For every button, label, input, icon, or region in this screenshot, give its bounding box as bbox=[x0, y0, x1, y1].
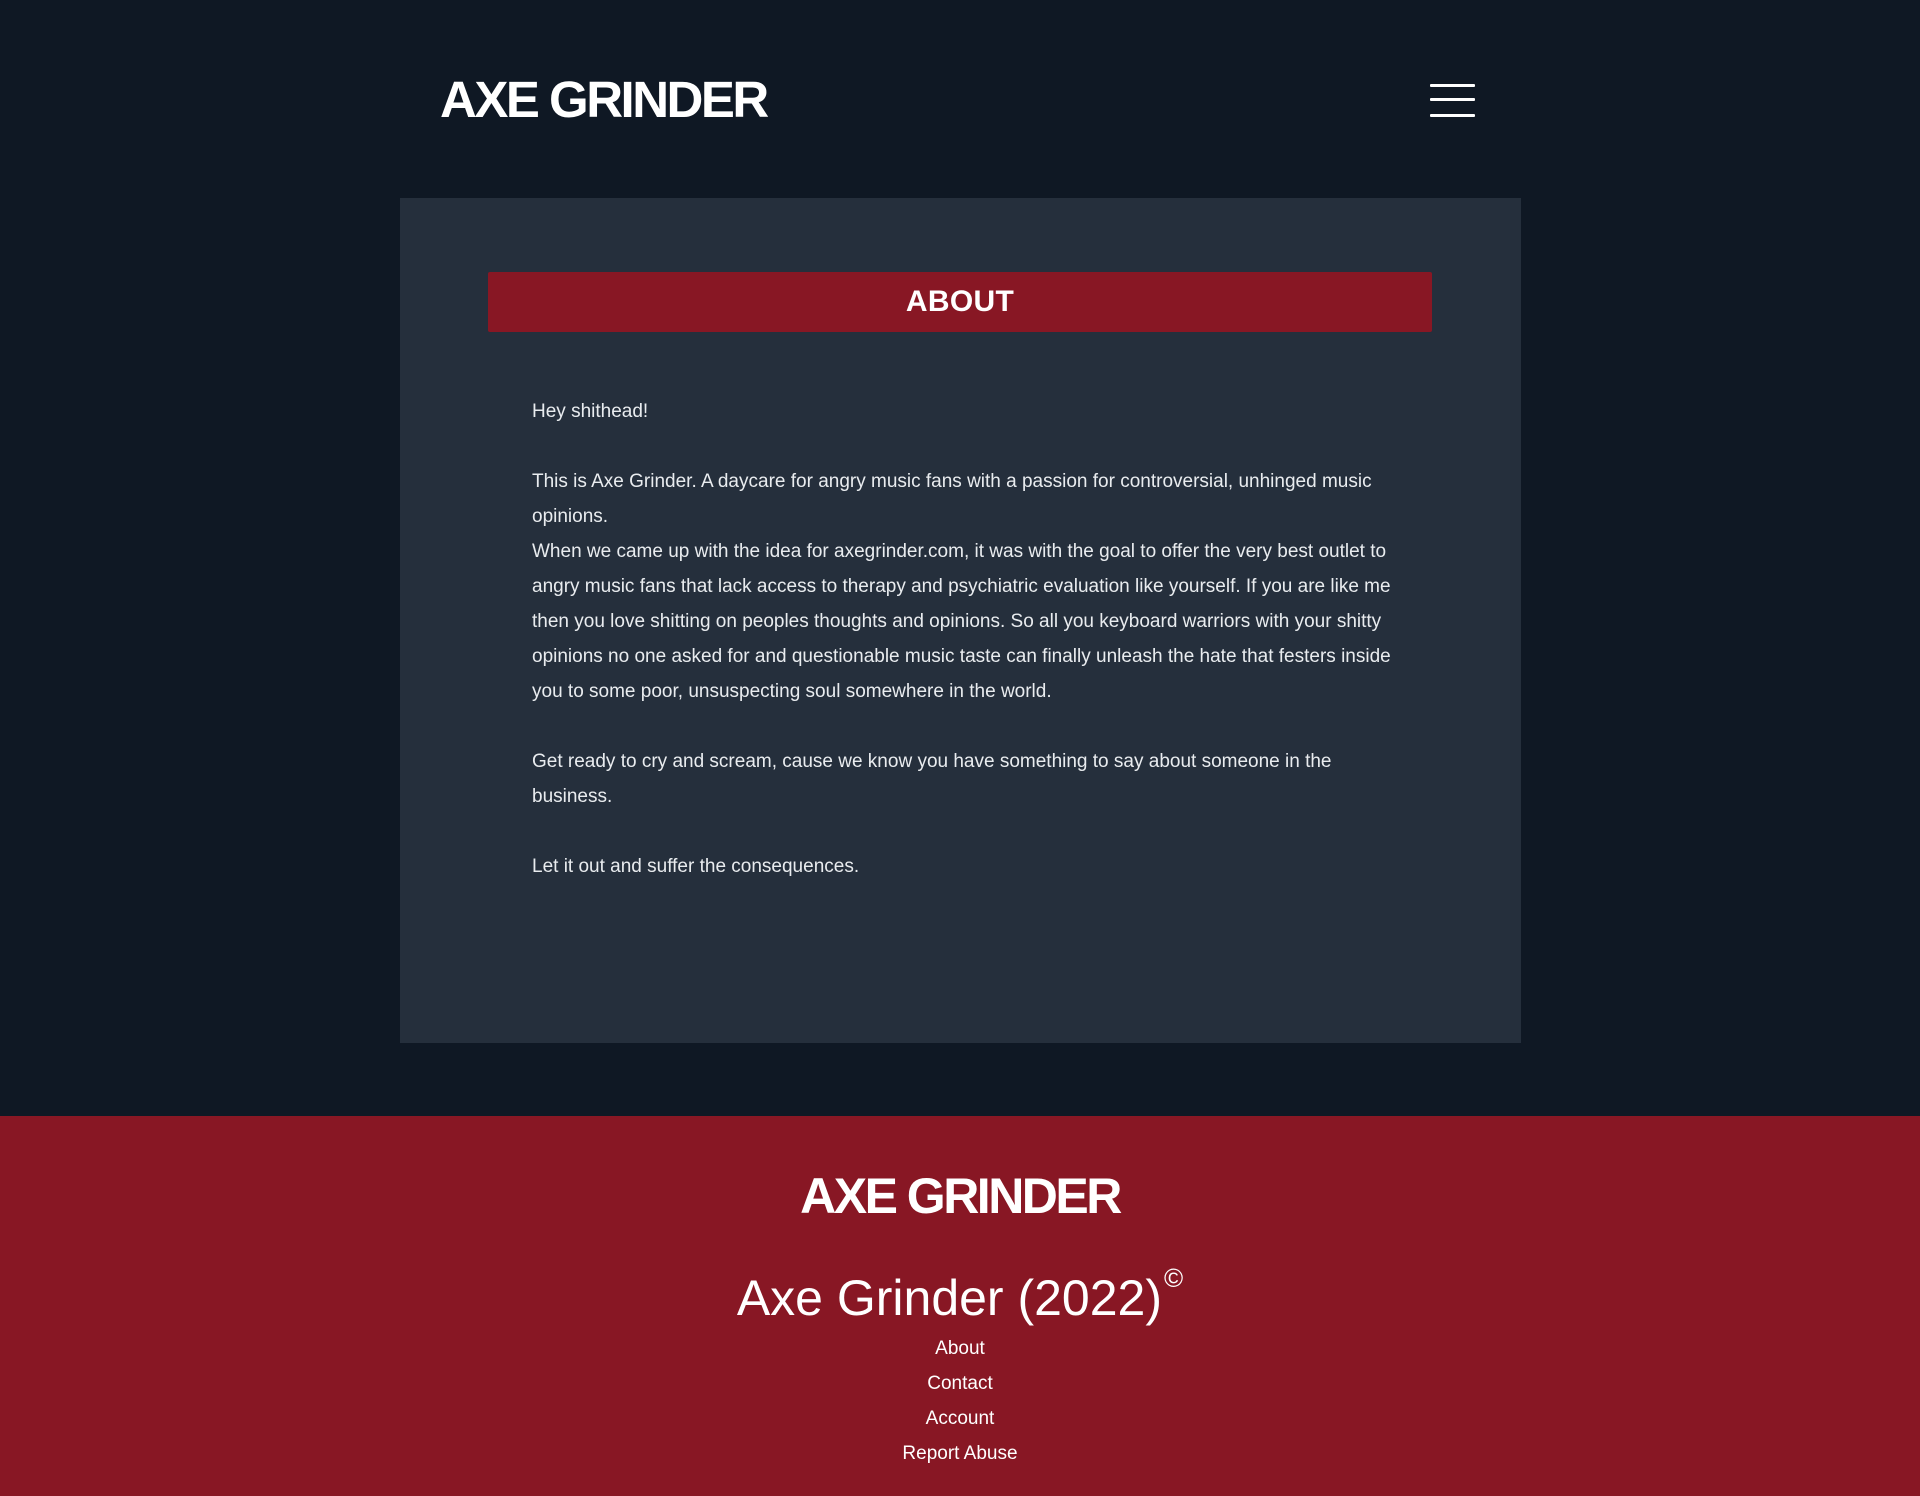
menu-line bbox=[1430, 98, 1475, 101]
site-header: AXE GRINDER bbox=[0, 0, 1920, 198]
menu-line bbox=[1430, 114, 1475, 117]
copyright-text: Axe Grinder (2022) bbox=[736, 1270, 1163, 1326]
menu-line bbox=[1430, 84, 1475, 87]
site-logo[interactable]: AXE GRINDER bbox=[440, 70, 769, 130]
copyright-icon: © bbox=[1164, 1263, 1184, 1293]
about-body: Hey shithead! This is Axe Grinder. A day… bbox=[532, 394, 1392, 884]
footer-link-account[interactable]: Account bbox=[926, 1408, 995, 1429]
footer-link-report-abuse[interactable]: Report Abuse bbox=[902, 1443, 1017, 1464]
copyright: Axe Grinder (2022)© bbox=[0, 1248, 1920, 1328]
footer-links: About Contact Account Report Abuse bbox=[0, 1331, 1920, 1471]
footer-link-contact[interactable]: Contact bbox=[927, 1373, 992, 1394]
hamburger-menu-icon[interactable] bbox=[1425, 82, 1475, 122]
about-card: ABOUT Hey shithead! This is Axe Grinder.… bbox=[400, 198, 1521, 1043]
footer-logo[interactable]: AXE GRINDER bbox=[0, 1166, 1920, 1226]
about-banner: ABOUT bbox=[488, 272, 1432, 332]
about-paragraph-4: Let it out and suffer the consequences. bbox=[532, 856, 860, 877]
about-paragraph-1: This is Axe Grinder. A daycare for angry… bbox=[532, 471, 1372, 527]
site-footer: AXE GRINDER Axe Grinder (2022)© About Co… bbox=[0, 1116, 1920, 1496]
about-title: ABOUT bbox=[905, 285, 1015, 318]
about-paragraph-3: Get ready to cry and scream, cause we kn… bbox=[532, 751, 1332, 807]
about-greeting: Hey shithead! bbox=[532, 401, 649, 422]
footer-link-about[interactable]: About bbox=[935, 1338, 985, 1359]
about-paragraph-2: When we came up with the idea for axegri… bbox=[532, 541, 1391, 702]
